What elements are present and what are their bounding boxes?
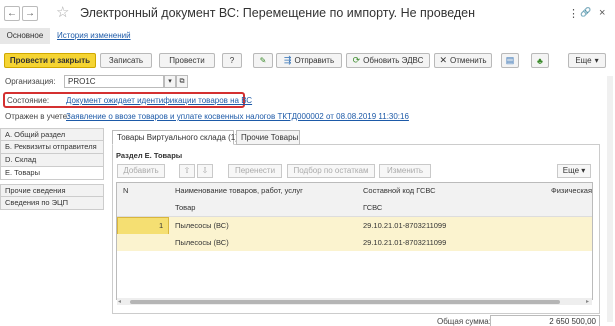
more-label: Еще	[575, 56, 592, 65]
header-n[interactable]: N	[123, 186, 128, 195]
tab-main[interactable]: Основное	[0, 28, 50, 44]
transfer-button[interactable]: Перенести	[228, 164, 282, 178]
sidebar-item-other-info[interactable]: Прочие сведения	[0, 184, 104, 197]
link-icon[interactable]: 🔗	[580, 7, 591, 18]
help-button[interactable]: ?	[222, 53, 242, 68]
send-label: Отправить	[294, 56, 335, 65]
send-button[interactable]: ⇶ Отправить	[276, 53, 342, 68]
refresh-icon: ⟳	[352, 55, 361, 65]
change-button[interactable]: Изменить	[379, 164, 431, 178]
scroll-left-icon[interactable]: ◂	[118, 298, 121, 305]
organization-open-icon[interactable]: ⧉	[176, 75, 188, 88]
row-name: Пылесосы (ВС)	[175, 221, 229, 230]
cancel-x-icon: ✕	[439, 55, 447, 65]
cancel-button[interactable]: ✕ Отменить	[434, 53, 492, 68]
table-row[interactable]: Пылесосы (ВС) 29.10.21.01-8703211099	[117, 234, 592, 251]
window-title: Электронный документ ВС: Перемещение по …	[80, 6, 476, 20]
section-more-label: Еще	[562, 166, 580, 175]
structure-icon: ♣	[537, 55, 543, 66]
more-button[interactable]: Еще ▾	[568, 53, 606, 68]
more-menu-icon[interactable]: ⋮	[568, 7, 579, 20]
organization-label: Организация:	[5, 77, 56, 86]
row-code: 29.10.21.01-8703211099	[363, 221, 447, 230]
header-code[interactable]: Составной код ГСВС	[363, 186, 436, 195]
sidebar-item-general[interactable]: А. Общий раздел	[0, 128, 104, 141]
back-button[interactable]: ←	[4, 6, 20, 21]
header-name-sub[interactable]: Товар	[175, 203, 195, 212]
post-and-close-button[interactable]: Провести и закрыть	[4, 53, 96, 68]
post-label: Провести	[169, 56, 205, 65]
update-edvs-button[interactable]: ⟳ Обновить ЭДВС	[346, 53, 430, 68]
header-physical[interactable]: Физическая	[551, 186, 592, 195]
chevron-down-icon: ▾	[581, 166, 586, 175]
arrow-down-icon: ⇩	[201, 166, 209, 175]
chevron-down-icon: ▾	[594, 56, 599, 65]
favorite-star-icon[interactable]: ☆	[56, 3, 69, 21]
add-button[interactable]: Добавить	[117, 164, 165, 178]
tab-other-goods[interactable]: Прочие Товары	[236, 130, 300, 145]
pick-by-balance-button[interactable]: Подбор по остаткам	[287, 164, 375, 178]
post-and-close-label: Провести и закрыть	[9, 56, 91, 65]
table-row[interactable]: 1 Пылесосы (ВС) 29.10.21.01-8703211099	[117, 217, 592, 251]
total-field: 2 650 500,00	[490, 315, 600, 326]
sidebar-item-warehouse[interactable]: D. Склад	[0, 154, 104, 167]
sidebar-item-goods[interactable]: Е. Товары	[0, 167, 104, 180]
move-down-button[interactable]: ⇩	[197, 164, 213, 178]
edit-button[interactable]: ✎	[253, 53, 273, 68]
tab-history[interactable]: История изменений	[57, 28, 131, 44]
goods-table: N Наименование товаров, работ, услуг Тов…	[116, 182, 593, 300]
pencil-icon: ✎	[259, 56, 267, 65]
post-button[interactable]: Провести	[159, 53, 215, 68]
help-label: ?	[229, 56, 235, 65]
move-up-button[interactable]: ⇧	[179, 164, 195, 178]
sidebar-item-sender[interactable]: Б. Реквизиты отправителя	[0, 141, 104, 154]
tree-icon-button[interactable]: ♣	[531, 53, 549, 68]
reflected-link[interactable]: Заявление о ввозе товаров и уплате косве…	[66, 112, 409, 121]
send-icon: ⇶	[283, 55, 292, 65]
row-code: 29.10.21.01-8703211099	[363, 238, 447, 247]
reflected-label: Отражен в учете:	[5, 112, 70, 121]
header-name[interactable]: Наименование товаров, работ, услуг	[175, 186, 303, 195]
scroll-right-icon[interactable]: ▸	[586, 298, 589, 305]
document-icon-button[interactable]: ▤	[501, 53, 519, 68]
document-icon: ▤	[505, 55, 515, 65]
row-number: 1	[159, 221, 164, 230]
sidebar-item-ecp[interactable]: Сведения по ЭЦП	[0, 197, 104, 210]
state-label: Состояние:	[7, 96, 50, 105]
section-more-button[interactable]: Еще ▾	[557, 164, 591, 178]
section-title: Раздел Е. Товары	[116, 151, 183, 160]
header-code-sub[interactable]: ГСВС	[363, 203, 382, 212]
horizontal-scroll-thumb[interactable]	[130, 300, 560, 304]
save-label: Записать	[108, 56, 144, 65]
total-label: Общая сумма:	[437, 317, 491, 326]
state-link[interactable]: Документ ожидает идентификации товаров н…	[66, 96, 252, 105]
organization-dropdown-icon[interactable]: ▾	[164, 75, 176, 88]
arrow-up-icon: ⇧	[183, 166, 191, 175]
row-name: Пылесосы (ВС)	[175, 238, 229, 247]
organization-field[interactable]: PRO1C	[64, 75, 164, 88]
save-button[interactable]: Записать	[100, 53, 152, 68]
tab-virtual-warehouse-goods[interactable]: Товары Виртуального склада (1)	[112, 130, 238, 145]
cancel-label: Отменить	[449, 56, 487, 65]
close-icon[interactable]: ×	[599, 7, 605, 19]
forward-button[interactable]: →	[22, 6, 38, 21]
vertical-scrollbar[interactable]	[607, 76, 613, 322]
update-edvs-label: Обновить ЭДВС	[363, 56, 424, 65]
